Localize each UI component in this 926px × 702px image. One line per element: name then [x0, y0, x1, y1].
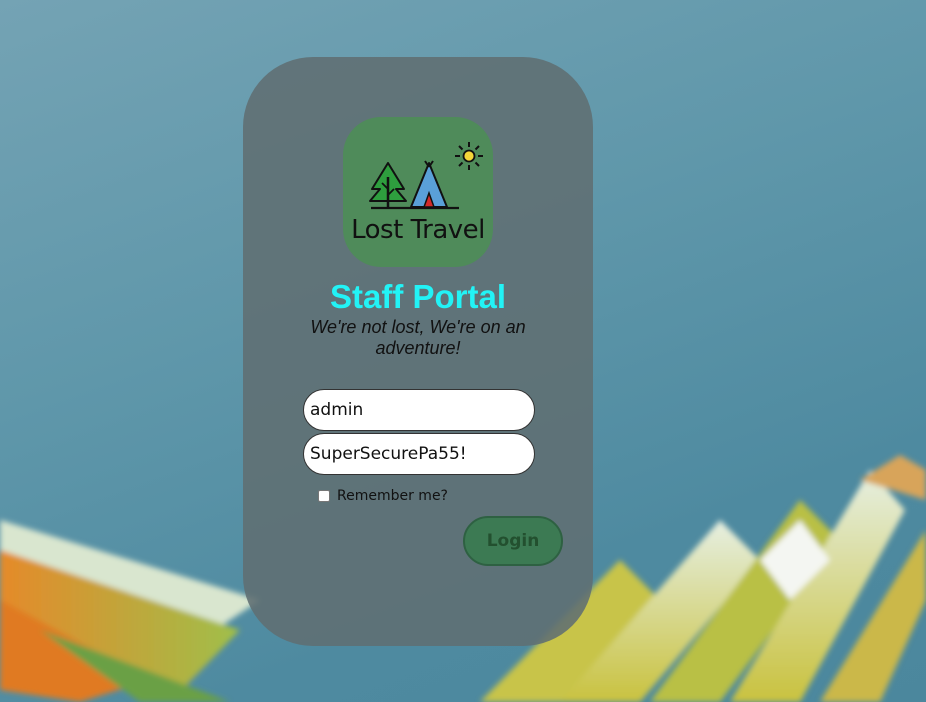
logo-text: Lost Travel: [351, 215, 485, 245]
remember-me-label[interactable]: Remember me?: [337, 488, 448, 504]
tree-icon: [369, 162, 407, 209]
sun-icon: [455, 142, 483, 170]
page-title: Staff Portal: [329, 278, 507, 315]
username-input[interactable]: [303, 389, 535, 431]
remember-me-row: Remember me?: [316, 488, 448, 504]
remember-me-checkbox[interactable]: [318, 490, 330, 502]
password-input[interactable]: [303, 433, 535, 475]
login-button[interactable]: Login: [463, 516, 563, 566]
tagline: We're not lost, We're on an adventure!: [310, 317, 526, 358]
lost-travel-logo: Lost Travel: [343, 117, 493, 267]
